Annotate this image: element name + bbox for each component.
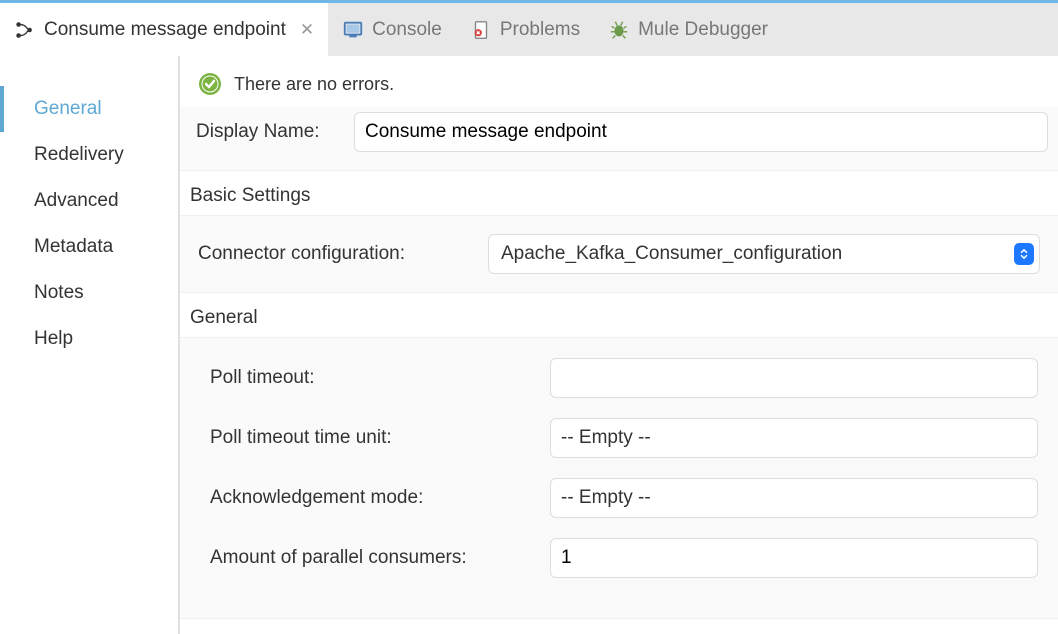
display-name-input[interactable] (354, 112, 1048, 152)
console-icon (342, 19, 364, 41)
poll-unit-row: Poll timeout time unit: -- Empty -- (190, 408, 1048, 468)
close-icon[interactable]: ✕ (300, 20, 314, 40)
tab-label: Consume message endpoint (44, 19, 286, 41)
ok-icon (198, 72, 222, 96)
chevron-updown-icon (1014, 243, 1034, 265)
status-row: There are no errors. (180, 56, 1058, 106)
content-area: General Redelivery Advanced Metadata Not… (0, 56, 1058, 634)
sidebar-item-label: Metadata (34, 236, 113, 257)
connector-config-label: Connector configuration: (198, 243, 468, 265)
sidebar-item-label: Advanced (34, 190, 119, 211)
problems-icon (470, 19, 492, 41)
sidebar-item-help[interactable]: Help (0, 316, 178, 362)
sidebar-item-label: General (34, 98, 102, 119)
tab-console[interactable]: Console (328, 3, 456, 56)
sidebar-item-notes[interactable]: Notes (0, 270, 178, 316)
sidebar-item-label: Notes (34, 282, 84, 303)
poll-timeout-row: Poll timeout: (190, 348, 1048, 408)
ack-mode-row: Acknowledgement mode: -- Empty -- (190, 468, 1048, 528)
basic-settings-header: Basic Settings (180, 171, 1058, 215)
general-section-header: General (180, 293, 1058, 337)
tab-label: Console (372, 19, 442, 41)
ack-mode-label: Acknowledgement mode: (210, 487, 550, 509)
sidebar-item-advanced[interactable]: Advanced (0, 178, 178, 224)
display-name-label: Display Name: (190, 121, 340, 143)
ack-mode-select[interactable]: -- Empty -- (550, 478, 1038, 518)
sidebar-item-label: Redelivery (34, 144, 124, 165)
poll-timeout-input[interactable] (550, 358, 1038, 398)
connector-config-row: Connector configuration: Apache_Kafka_Co… (190, 226, 1048, 282)
tab-problems[interactable]: Problems (456, 3, 594, 56)
basic-settings-body: Connector configuration: Apache_Kafka_Co… (180, 215, 1058, 293)
display-name-row: Display Name: (180, 106, 1058, 171)
poll-unit-value: -- Empty -- (561, 427, 651, 449)
poll-unit-select[interactable]: -- Empty -- (550, 418, 1038, 458)
sidebar-item-redelivery[interactable]: Redelivery (0, 132, 178, 178)
connector-config-value: Apache_Kafka_Consumer_configuration (501, 243, 842, 265)
parallel-consumers-row: Amount of parallel consumers: (190, 528, 1048, 588)
debugger-icon (608, 19, 630, 41)
sidebar: General Redelivery Advanced Metadata Not… (0, 56, 180, 634)
tab-mule-debugger[interactable]: Mule Debugger (594, 3, 782, 56)
tab-label: Mule Debugger (638, 19, 768, 41)
sidebar-item-label: Help (34, 328, 73, 349)
ack-mode-value: -- Empty -- (561, 487, 651, 509)
poll-timeout-label: Poll timeout: (210, 367, 550, 389)
tab-bar: Consume message endpoint ✕ Console Probl… (0, 0, 1058, 56)
general-section-body: Poll timeout: Poll timeout time unit: --… (180, 337, 1058, 619)
status-message: There are no errors. (234, 74, 394, 95)
main-panel: There are no errors. Display Name: Basic… (180, 56, 1058, 634)
sidebar-item-metadata[interactable]: Metadata (0, 224, 178, 270)
parallel-consumers-input[interactable] (550, 538, 1038, 578)
sidebar-item-general[interactable]: General (0, 86, 178, 132)
flow-icon (14, 19, 36, 41)
parallel-consumers-label: Amount of parallel consumers: (210, 547, 550, 569)
poll-unit-label: Poll timeout time unit: (210, 427, 550, 449)
tab-label: Problems (500, 19, 580, 41)
tab-consume-message-endpoint[interactable]: Consume message endpoint ✕ (0, 3, 328, 56)
connector-config-select[interactable]: Apache_Kafka_Consumer_configuration (488, 234, 1040, 274)
